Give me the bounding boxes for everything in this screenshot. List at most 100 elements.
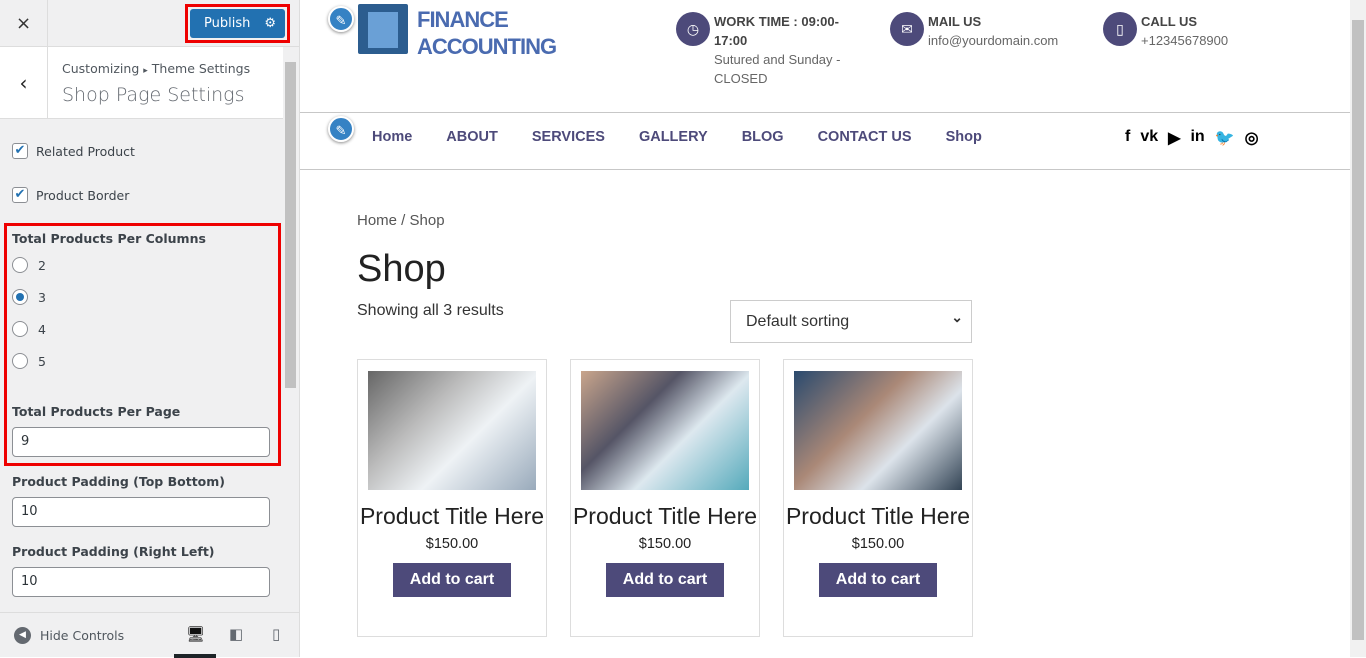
nav-services[interactable]: SERVICES: [532, 129, 605, 145]
radio-label: 3: [38, 289, 46, 305]
add-to-cart-button[interactable]: Add to cart: [392, 563, 512, 597]
edit-shortcut-icon[interactable]: ✎: [328, 116, 354, 142]
checkbox-checked[interactable]: ✔: [12, 143, 28, 159]
product-image[interactable]: [368, 371, 536, 490]
padding-tb-input[interactable]: 10: [12, 497, 270, 527]
related-product-checkbox[interactable]: ✔ Related Product: [12, 143, 135, 159]
youtube-icon[interactable]: ▶: [1168, 128, 1180, 148]
nav-gallery[interactable]: GALLERY: [639, 129, 708, 145]
gear-icon[interactable]: ⚙: [264, 16, 276, 31]
nav-about[interactable]: ABOUT: [446, 129, 498, 145]
twitter-icon[interactable]: 🐦: [1215, 128, 1235, 148]
panel-scrollbar[interactable]: [284, 62, 297, 607]
radio-label: 4: [38, 321, 46, 337]
page-title: Shop: [357, 248, 446, 290]
breadcrumb: Customizing ▸ Theme Settings: [62, 61, 250, 76]
publish-label: Publish: [204, 16, 251, 31]
linkedin-icon[interactable]: in: [1190, 128, 1204, 148]
site-brand[interactable]: FINANCE ACCOUNTING: [417, 6, 557, 60]
product-card: Product Title Here $150.00 Add to cart: [357, 359, 547, 637]
hide-controls-button[interactable]: ◀ Hide Controls: [14, 627, 124, 644]
columns-label: Total Products Per Columns: [12, 231, 206, 246]
mail-info: ✉ MAIL US info@yourdomain.com: [890, 12, 1058, 50]
product-border-checkbox[interactable]: ✔ Product Border: [12, 187, 129, 203]
per-page-group: Total Products Per Page 9: [12, 404, 270, 457]
padding-tb-label: Product Padding (Top Bottom): [12, 474, 225, 489]
call-info: ▯ CALL US +12345678900: [1103, 12, 1228, 50]
section-title: Shop Page Settings: [62, 84, 245, 106]
product-title[interactable]: Product Title Here: [358, 503, 546, 530]
per-page-input[interactable]: 9: [12, 427, 270, 457]
mail-text[interactable]: info@yourdomain.com: [928, 31, 1058, 50]
product-border-label: Product Border: [36, 187, 130, 203]
mail-title: MAIL US: [928, 14, 982, 29]
radio-5[interactable]: 5: [12, 345, 206, 377]
customizer-footer: ◀ Hide Controls 🖥 ◧ ▯: [0, 612, 299, 658]
publish-button[interactable]: Publish ⚙: [190, 9, 285, 38]
shop-breadcrumb[interactable]: Home / Shop: [357, 212, 445, 229]
radio-2[interactable]: 2: [12, 249, 206, 281]
product-image[interactable]: [581, 371, 749, 490]
hide-controls-label: Hide Controls: [40, 628, 125, 643]
edit-shortcut-icon[interactable]: ✎: [328, 6, 354, 32]
phone-icon: ▯: [1103, 12, 1137, 46]
social-links: f vk ▶ in 🐦 ◎: [1125, 128, 1259, 148]
work-time-info: ◷ WORK TIME : 09:00-17:00 Sutured and Sund…: [676, 12, 866, 88]
radio-button-selected[interactable]: [12, 289, 28, 305]
nav-blog[interactable]: BLOG: [742, 129, 784, 145]
desktop-preview-icon[interactable]: 🖥: [186, 625, 205, 643]
padding-rl-input[interactable]: 10: [12, 567, 270, 597]
related-product-label: Related Product: [36, 143, 135, 159]
radio-button[interactable]: [12, 257, 28, 273]
add-to-cart-button[interactable]: Add to cart: [605, 563, 725, 597]
add-to-cart-button[interactable]: Add to cart: [818, 563, 938, 597]
nav-home[interactable]: Home: [372, 129, 412, 145]
nav-contact[interactable]: CONTACT US: [818, 129, 912, 145]
product-title[interactable]: Product Title Here: [784, 503, 972, 530]
instagram-icon[interactable]: ◎: [1245, 128, 1259, 148]
clock-icon: ◷: [676, 12, 710, 46]
radio-3[interactable]: 3: [12, 281, 206, 313]
collapse-icon: ◀: [14, 627, 31, 644]
preview-scrollbar[interactable]: [1350, 0, 1366, 657]
call-text: +12345678900: [1141, 33, 1229, 48]
padding-tb-group: Product Padding (Top Bottom) 10: [12, 474, 270, 527]
brand-line: ACCOUNTING: [417, 34, 557, 59]
brand-line: FINANCE: [417, 7, 509, 32]
nav-shop[interactable]: Shop: [946, 129, 982, 145]
radio-label: 2: [38, 257, 46, 273]
facebook-icon[interactable]: f: [1125, 128, 1130, 148]
envelope-icon: ✉: [890, 12, 924, 46]
checkbox-checked[interactable]: ✔: [12, 187, 28, 203]
radio-button[interactable]: [12, 353, 28, 369]
mobile-preview-icon[interactable]: ▯: [272, 625, 280, 643]
site-preview: ✎ FINANCE ACCOUNTING ◷ WORK TIME : 09:00-1…: [300, 0, 1350, 657]
customizer-header: × Publish ⚙: [0, 0, 299, 47]
per-page-label: Total Products Per Page: [12, 404, 181, 419]
sorting-select[interactable]: Default sorting: [730, 297, 972, 343]
main-nav: Home ABOUT SERVICES GALLERY BLOG CONTACT US Sh…: [372, 129, 982, 145]
close-icon[interactable]: ×: [0, 0, 48, 47]
tablet-preview-icon[interactable]: ◧: [229, 625, 243, 643]
back-icon[interactable]: ‹: [0, 47, 48, 119]
product-title[interactable]: Product Title Here: [571, 503, 759, 530]
logo-icon[interactable]: [358, 4, 408, 54]
product-card: Product Title Here $150.00 Add to cart: [783, 359, 973, 637]
publish-highlight: Publish ⚙: [185, 4, 290, 43]
crumb-parent: Theme Settings: [151, 61, 251, 76]
radio-label: 5: [38, 353, 46, 369]
product-image[interactable]: [794, 371, 962, 490]
columns-group: Total Products Per Columns 2 3 4 5: [12, 231, 206, 377]
radio-4[interactable]: 4: [12, 313, 206, 345]
padding-rl-group: Product Padding (Right Left) 10: [12, 544, 270, 597]
vk-icon[interactable]: vk: [1140, 128, 1158, 148]
work-text: Sutured and Sunday - CLOSED: [714, 52, 841, 86]
section-header: ‹ Customizing ▸ Theme Settings Shop Page…: [0, 47, 283, 119]
radio-button[interactable]: [12, 321, 28, 337]
padding-rl-label: Product Padding (Right Left): [12, 544, 215, 559]
product-price: $150.00: [851, 536, 905, 552]
call-title: CALL US: [1141, 14, 1198, 29]
customizer-panel: × Publish ⚙ ‹ Customizing ▸ Theme Setting…: [0, 0, 300, 658]
product-card: Product Title Here $150.00 Add to cart: [570, 359, 760, 637]
product-price: $150.00: [425, 536, 479, 552]
